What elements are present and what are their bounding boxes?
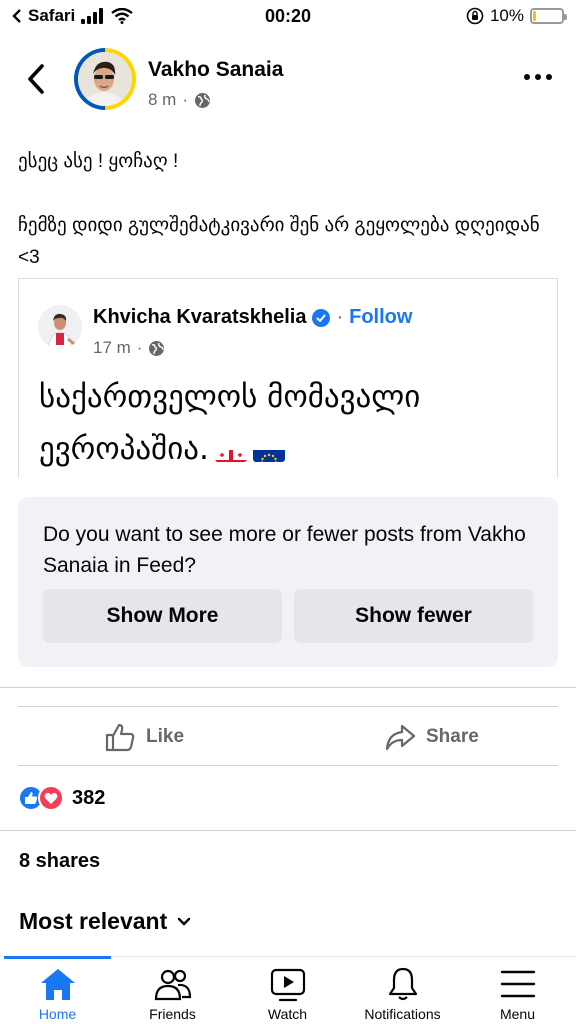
meta-separator: · — [182, 90, 189, 109]
battery-percent: 10% — [489, 6, 524, 25]
nav-label: Watch — [267, 1006, 308, 1022]
shared-time[interactable]: 17 m — [93, 338, 131, 358]
feed-preference-question: Do you want to see more or fewer posts f… — [43, 523, 526, 577]
home-icon — [40, 969, 75, 1000]
show-fewer-button[interactable]: Show fewer — [294, 589, 533, 643]
nav-label: Friends — [149, 1006, 196, 1022]
shared-meta: 17 m · — [93, 338, 165, 358]
nav-label: Notifications — [364, 1006, 441, 1022]
like-button[interactable]: Like — [104, 721, 184, 753]
chevron-down-icon — [178, 917, 191, 926]
battery-icon — [530, 8, 567, 24]
nav-home[interactable]: Home — [0, 956, 115, 1024]
section-divider — [0, 830, 576, 831]
show-more-button[interactable]: Show More — [43, 589, 282, 643]
more-icon[interactable] — [524, 74, 552, 84]
nav-notifications[interactable]: Notifications — [345, 957, 460, 1024]
share-label: Share — [426, 726, 479, 747]
love-reaction-icon — [38, 785, 64, 811]
avatar-photo — [78, 52, 132, 106]
reaction-count: 382 — [72, 786, 106, 809]
post-header: Vakho Sanaia 8 m · — [0, 44, 576, 116]
post-action-bar: Like Share — [18, 706, 558, 766]
follow-button[interactable]: Follow — [349, 306, 412, 329]
author-avatar[interactable] — [74, 48, 136, 110]
shares-count[interactable]: 8 shares — [19, 850, 100, 873]
menu-icon — [500, 970, 535, 998]
friends-icon — [154, 969, 191, 1001]
battery-level — [533, 11, 536, 21]
shared-author-name[interactable]: Khvicha Kvaratskhelia — [93, 306, 306, 329]
shared-author-avatar[interactable] — [38, 305, 82, 349]
bottom-nav: Home Friends Watch Notifications Menu — [0, 956, 576, 1024]
post-text-line: ესეც ასე ! ყოჩაღ ! — [18, 151, 179, 172]
nav-watch[interactable]: Watch — [230, 957, 345, 1024]
share-icon — [385, 724, 416, 751]
shared-post-text: საქართველოს მომავალი ევროპაშია. — [39, 371, 549, 475]
like-label: Like — [146, 726, 185, 747]
georgia-flag-icon — [214, 438, 247, 462]
reactions-summary[interactable]: 382 — [18, 785, 105, 811]
author-name[interactable]: Vakho Sanaia — [148, 58, 283, 82]
bell-icon — [388, 967, 417, 1001]
section-divider — [0, 687, 576, 688]
watch-icon — [270, 968, 305, 1002]
post-meta: 8 m · — [148, 90, 211, 110]
nav-label: Home — [38, 1006, 77, 1022]
back-icon[interactable] — [22, 62, 48, 96]
feed-preference-box: Do you want to see more or fewer posts f… — [18, 497, 558, 667]
nav-label: Menu — [499, 1006, 536, 1022]
verified-icon — [312, 308, 331, 327]
comment-sort-dropdown[interactable]: Most relevant — [19, 908, 191, 935]
nav-menu[interactable]: Menu — [460, 957, 575, 1024]
post-time[interactable]: 8 m — [148, 90, 176, 110]
shared-post-card[interactable]: Khvicha Kvaratskhelia · Follow 17 m · სა… — [18, 278, 558, 478]
status-right: 10% — [466, 6, 567, 26]
eu-flag-icon — [252, 438, 285, 462]
globe-icon — [149, 340, 165, 356]
orientation-lock-icon — [466, 7, 484, 25]
globe-icon — [195, 92, 211, 108]
meta-separator: · — [136, 338, 143, 357]
status-bar: Safari 00:20 10% — [0, 0, 576, 34]
like-icon — [105, 723, 135, 752]
share-button[interactable]: Share — [384, 721, 479, 753]
nav-friends[interactable]: Friends — [115, 957, 230, 1024]
shared-author-row: Khvicha Kvaratskhelia · Follow — [93, 306, 412, 329]
post-text-line: ჩემზე დიდი გულშემატკივარი შენ არ გეყოლებ… — [18, 215, 540, 268]
sort-label: Most relevant — [19, 908, 168, 934]
post-text: ესეც ასე ! ყოჩაღ ! ჩემზე დიდი გულშემატკი… — [18, 146, 558, 274]
follow-separator: · — [336, 306, 344, 328]
